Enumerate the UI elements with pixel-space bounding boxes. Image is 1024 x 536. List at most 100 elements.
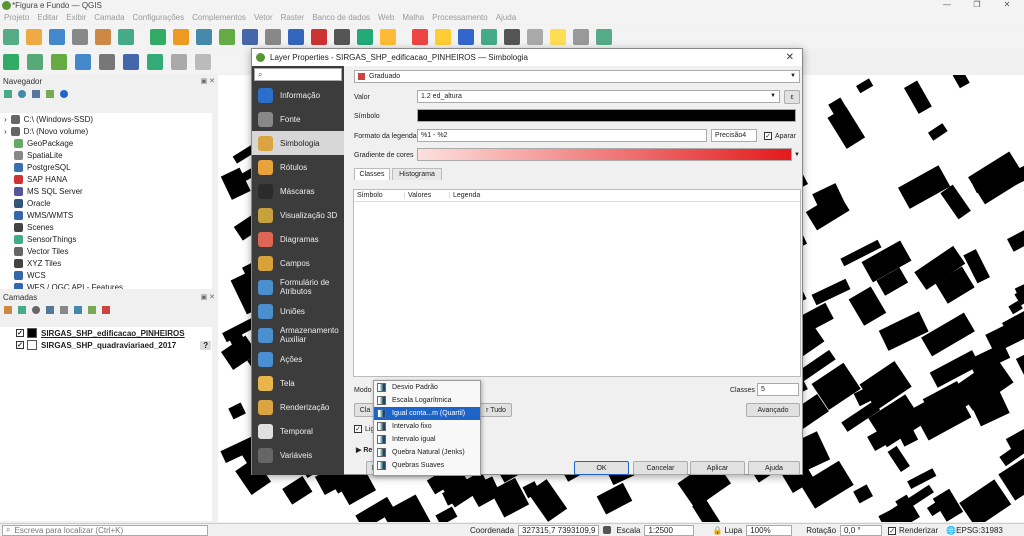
valor-field[interactable]: 1.2 ed_altura ▼ bbox=[417, 90, 780, 103]
navigator-item[interactable]: Vector Tiles bbox=[0, 245, 212, 257]
mode-option[interactable]: Quebras Suaves bbox=[374, 459, 480, 472]
menu-item-4[interactable]: Configurações bbox=[129, 13, 189, 22]
chevron-right-icon[interactable]: › bbox=[4, 115, 7, 124]
pencil-icon[interactable] bbox=[171, 54, 187, 70]
trim-checkbox[interactable]: ✓ Aparar bbox=[764, 132, 796, 140]
sidebar-item[interactable]: Fonte bbox=[252, 107, 344, 131]
sidebar-item[interactable]: Formulário de Atributos bbox=[252, 275, 344, 299]
navigator-item[interactable]: SAP HANA bbox=[0, 173, 212, 185]
menu-item-7[interactable]: Raster bbox=[277, 13, 309, 22]
navigator-item[interactable]: GeoPackage bbox=[0, 137, 212, 149]
navigator-item[interactable]: PostgreSQL bbox=[0, 161, 212, 173]
minimize-icon[interactable]: — bbox=[932, 0, 962, 11]
render-section[interactable]: ▶ Re bbox=[356, 446, 372, 454]
print-icon[interactable] bbox=[95, 29, 111, 45]
classes-table[interactable]: Símbolo Valores Legenda bbox=[353, 189, 801, 377]
navigator-item[interactable]: WFS / OGC API - Features bbox=[0, 281, 212, 289]
panel-close-icon[interactable]: ▣ ✕ bbox=[199, 293, 215, 301]
mode-option[interactable]: Intervalo igual bbox=[374, 433, 480, 446]
digitize-icon[interactable] bbox=[75, 54, 91, 70]
sidebar-item[interactable]: Máscaras bbox=[252, 179, 344, 203]
precision-spinbox[interactable]: Precisão4 bbox=[711, 129, 757, 142]
classes-spinbox[interactable]: 5 bbox=[757, 383, 799, 396]
expand-icon[interactable] bbox=[74, 306, 82, 314]
symbol-button[interactable] bbox=[417, 109, 796, 122]
bookmark-icon[interactable] bbox=[357, 29, 373, 45]
add-raster-icon[interactable] bbox=[27, 54, 43, 70]
close-window-icon[interactable]: ✕ bbox=[992, 0, 1022, 11]
annotation-icon[interactable] bbox=[596, 29, 612, 45]
remove-icon[interactable] bbox=[102, 306, 110, 314]
open-icon[interactable] bbox=[26, 29, 42, 45]
layer-symbol-swatch[interactable] bbox=[27, 328, 37, 338]
legend-format-input[interactable]: %1 - %2 bbox=[417, 129, 707, 142]
layer-visibility-checkbox[interactable]: ✓ bbox=[16, 341, 24, 349]
menu-item-10[interactable]: Malha bbox=[398, 13, 428, 22]
statistics-icon[interactable] bbox=[550, 29, 566, 45]
navigator-item[interactable]: WCS bbox=[0, 269, 212, 281]
expression-button[interactable]: ε bbox=[784, 90, 800, 104]
advanced-button[interactable]: Avançado bbox=[746, 403, 800, 417]
edit-icon[interactable] bbox=[99, 54, 115, 70]
select-icon[interactable] bbox=[435, 29, 451, 45]
refresh-icon[interactable] bbox=[18, 90, 26, 98]
sidebar-item[interactable]: Tela bbox=[252, 371, 344, 395]
tab-classes[interactable]: Classes bbox=[354, 168, 390, 180]
zoom-next-icon[interactable] bbox=[334, 29, 350, 45]
close-icon[interactable]: ✕ bbox=[786, 52, 794, 63]
column-valores[interactable]: Valores bbox=[404, 192, 449, 199]
menu-item-2[interactable]: Exibir bbox=[62, 13, 90, 22]
refresh-icon[interactable] bbox=[412, 29, 428, 45]
mode-option[interactable]: Intervalo fixo bbox=[374, 420, 480, 433]
add-vector-icon[interactable] bbox=[3, 54, 19, 70]
mode-option[interactable]: Escala Logarítmica bbox=[374, 394, 480, 407]
save-icon[interactable] bbox=[49, 29, 65, 45]
pan-icon[interactable] bbox=[150, 29, 166, 45]
tab-histogram[interactable]: Histograma bbox=[392, 168, 442, 180]
cancel-button[interactable]: Cancelar bbox=[633, 461, 688, 475]
edit-save-icon[interactable] bbox=[123, 54, 139, 70]
form-icon[interactable] bbox=[195, 54, 211, 70]
sidebar-item[interactable]: Campos bbox=[252, 251, 344, 275]
zoom-full-icon[interactable] bbox=[242, 29, 258, 45]
select-value-icon[interactable] bbox=[481, 29, 497, 45]
temporal-icon[interactable] bbox=[380, 29, 396, 45]
menu-item-6[interactable]: Vetor bbox=[250, 13, 277, 22]
style-icon[interactable] bbox=[4, 306, 12, 314]
sidebar-item[interactable]: Informação bbox=[252, 83, 344, 107]
mouse-icon[interactable] bbox=[603, 526, 612, 534]
scale-combo[interactable]: 1:2500 bbox=[644, 524, 695, 536]
panel-close-icon[interactable]: ▣ ✕ bbox=[199, 77, 215, 85]
menu-item-0[interactable]: Projeto bbox=[0, 13, 33, 22]
style-manager-icon[interactable] bbox=[118, 29, 134, 45]
sidebar-search-input[interactable]: ⌕ bbox=[254, 68, 342, 81]
navigator-item[interactable]: Oracle bbox=[0, 197, 212, 209]
filter-icon[interactable] bbox=[32, 90, 40, 98]
ok-button[interactable]: OK bbox=[574, 461, 629, 475]
link-checkbox[interactable]: ✓ Lig bbox=[354, 425, 374, 433]
coord-field[interactable]: 327315,7 7393109,9 bbox=[518, 524, 600, 536]
zoom-selection-icon[interactable] bbox=[288, 29, 304, 45]
menu-item-12[interactable]: Ajuda bbox=[492, 13, 520, 22]
zoom-spinbox[interactable]: 100% bbox=[746, 524, 793, 536]
eye-icon[interactable] bbox=[32, 306, 40, 314]
sidebar-item[interactable]: Ações bbox=[252, 347, 344, 371]
info-icon[interactable] bbox=[60, 90, 68, 98]
navigator-item[interactable]: WMS/WMTS bbox=[0, 209, 212, 221]
sidebar-item[interactable]: Simbologia bbox=[252, 131, 344, 155]
rotation-spinbox[interactable]: 0,0 ° bbox=[840, 524, 883, 536]
sidebar-item[interactable]: Variáveis bbox=[252, 443, 344, 467]
identify-icon[interactable] bbox=[504, 29, 520, 45]
mode-option[interactable]: Quebra Natural (Jenks) bbox=[374, 446, 480, 459]
layer-visibility-checkbox[interactable]: ✓ bbox=[16, 329, 24, 337]
navigator-item[interactable]: › C:\ (Windows-SSD) bbox=[0, 113, 212, 125]
expression-icon[interactable] bbox=[60, 306, 68, 314]
crs-button[interactable]: 🌐EPSG:31983 bbox=[946, 526, 1003, 535]
menu-item-3[interactable]: Camada bbox=[90, 13, 128, 22]
lock-icon[interactable]: 🔒 bbox=[712, 526, 722, 535]
menu-item-11[interactable]: Processamento bbox=[428, 13, 492, 22]
menu-item-9[interactable]: Web bbox=[374, 13, 398, 22]
sidebar-item[interactable]: Rótulos bbox=[252, 155, 344, 179]
sidebar-item[interactable]: Armazenamento Auxiliar bbox=[252, 323, 344, 347]
pan-to-selection-icon[interactable] bbox=[173, 29, 189, 45]
